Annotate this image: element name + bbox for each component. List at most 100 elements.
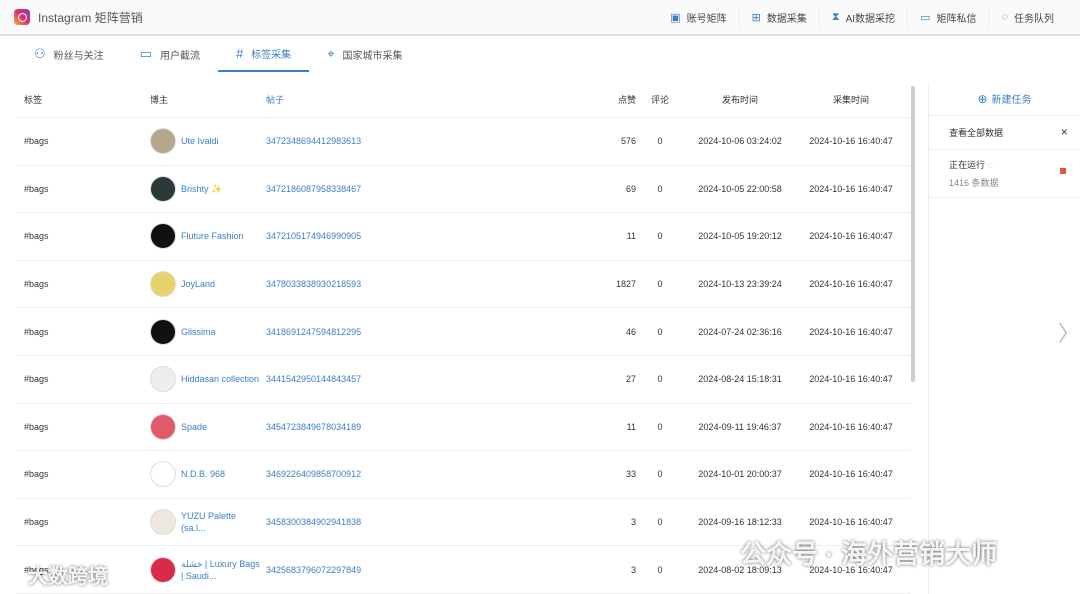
tab-label: 国家城市采集 bbox=[342, 50, 403, 62]
blogger-cell: JoyLand bbox=[150, 271, 266, 298]
stop-button[interactable] bbox=[1060, 168, 1066, 174]
blogger-link[interactable]: Glissima bbox=[181, 326, 261, 338]
table-row: #bags Brishty ✨ 3472186087958338467 69 0… bbox=[16, 166, 910, 214]
blogger-link[interactable]: Brishty ✨ bbox=[181, 183, 261, 195]
blogger-cell: Fluture Fashion bbox=[150, 223, 266, 250]
new-task-label: 新建任务 bbox=[991, 95, 1032, 106]
comments-cell: 0 bbox=[657, 231, 663, 242]
blogger-link[interactable]: Fluture Fashion bbox=[181, 230, 261, 242]
table-row: #bags Hiddasan collection 34415429501448… bbox=[16, 356, 910, 404]
tag-cell: #bags bbox=[24, 231, 49, 242]
blogger-cell: YUZU Palette (sa.l... bbox=[150, 509, 266, 536]
blogger-link[interactable]: YUZU Palette (sa.l... bbox=[181, 510, 261, 534]
avatar bbox=[150, 556, 176, 583]
tab[interactable]: ⚇ 粉丝与关注 bbox=[16, 36, 122, 72]
table-row: #bags Glissima 3418691247594812295 46 0 … bbox=[16, 308, 910, 356]
collected-cell: 2024-10-16 16:40:47 bbox=[809, 469, 893, 480]
column-header[interactable]: 点赞 bbox=[566, 93, 636, 106]
top-nav: ▣ 账号矩阵 ⊞ 数据采集 ⧗ AI数据采挖 ▭ 矩阵私信 ◌ 任务队列 bbox=[658, 6, 1066, 28]
post-link[interactable]: 3458300384902941838 bbox=[266, 517, 566, 527]
tab[interactable]: # 标签采集 bbox=[217, 36, 310, 72]
likes-cell: 1827 bbox=[615, 279, 636, 290]
nav-item[interactable]: ▭ 矩阵私信 bbox=[907, 6, 988, 28]
new-task-button[interactable]: ⊕ 新建任务 bbox=[929, 82, 1080, 116]
tab[interactable]: ⌖ 国家城市采集 bbox=[309, 36, 420, 72]
account-icon: ▣ bbox=[670, 11, 681, 24]
location-icon: ⌖ bbox=[327, 46, 335, 61]
comments-cell: 0 bbox=[657, 136, 663, 147]
blogger-link[interactable]: خشلة | Luxury Bags | Saudi... bbox=[181, 558, 261, 582]
blogger-link[interactable]: Spade bbox=[181, 421, 261, 433]
blogger-link[interactable]: Ute Ivaldi bbox=[181, 135, 261, 147]
column-header[interactable]: 博主 bbox=[150, 93, 266, 106]
collected-cell: 2024-10-16 16:40:47 bbox=[809, 231, 893, 242]
comments-cell: 0 bbox=[657, 374, 663, 385]
table-header: 标签 博主 帖子 点赞 评论 发布时间 采集时间 bbox=[16, 82, 910, 118]
nav-label: 账号矩阵 bbox=[686, 13, 727, 25]
tab-label: 粉丝与关注 bbox=[53, 50, 104, 62]
nav-item[interactable]: ◌ 任务队列 bbox=[988, 6, 1066, 28]
blogger-link[interactable]: JoyLand bbox=[181, 278, 261, 290]
blogger-cell: خشلة | Luxury Bags | Saudi... bbox=[150, 556, 266, 583]
tab[interactable]: ▭ 用户截流 bbox=[122, 36, 218, 72]
table-row: #bags Ute Ivaldi 3472348694412983613 576… bbox=[16, 118, 910, 166]
scrollbar[interactable] bbox=[911, 86, 915, 382]
comments-cell: 0 bbox=[657, 326, 663, 337]
post-link[interactable]: 3418691247594812295 bbox=[266, 327, 566, 337]
collected-cell: 2024-10-16 16:40:47 bbox=[809, 279, 893, 290]
likes-cell: 46 bbox=[625, 326, 636, 337]
chevron-right-icon[interactable]: 〉 bbox=[1058, 316, 1080, 348]
comments-cell: 0 bbox=[657, 183, 663, 194]
nav-item[interactable]: ⊞ 数据采集 bbox=[738, 6, 819, 28]
nav-item[interactable]: ▣ 账号矩阵 bbox=[658, 6, 738, 28]
table-row: #bags JoyLand 3478033838930218593 1827 0… bbox=[16, 261, 910, 309]
likes-cell: 11 bbox=[626, 421, 636, 432]
likes-cell: 27 bbox=[625, 374, 636, 385]
add-task-icon: ⊕ bbox=[977, 91, 988, 106]
blogger-cell: Glissima bbox=[150, 318, 266, 345]
post-link[interactable]: 3441542950144843457 bbox=[266, 374, 566, 384]
column-header[interactable]: 标签 bbox=[16, 93, 150, 106]
post-link[interactable]: 3472348694412983613 bbox=[266, 136, 566, 146]
blogger-cell: Hiddasan collection bbox=[150, 366, 266, 393]
blogger-link[interactable]: Hiddasan collection bbox=[181, 373, 261, 385]
grid-icon: ⊞ bbox=[751, 11, 761, 24]
collected-cell: 2024-10-16 16:40:47 bbox=[809, 374, 893, 385]
published-cell: 2024-10-05 19:20:12 bbox=[698, 231, 782, 242]
tag-cell: #bags bbox=[24, 279, 49, 290]
blogger-cell: Ute Ivaldi bbox=[150, 128, 266, 155]
post-link[interactable]: 3469226409858700912 bbox=[266, 469, 566, 479]
nav-label: 矩阵私信 bbox=[936, 13, 977, 25]
column-header[interactable]: 帖子 bbox=[266, 93, 566, 106]
avatar bbox=[150, 128, 176, 155]
spinner-icon: ◌ bbox=[987, 160, 993, 170]
tag-cell: #bags bbox=[24, 517, 49, 528]
collected-cell: 2024-10-16 16:40:47 bbox=[809, 421, 893, 432]
column-header[interactable]: 发布时间 bbox=[684, 93, 796, 106]
avatar bbox=[150, 413, 176, 440]
post-link[interactable]: 3478033838930218593 bbox=[266, 279, 566, 289]
avatar bbox=[150, 223, 176, 250]
table-row: #bags N.D.B. 968 3469226409858700912 33 … bbox=[16, 451, 910, 499]
column-header[interactable]: 评论 bbox=[636, 93, 684, 106]
column-header[interactable]: 采集时间 bbox=[796, 93, 906, 106]
view-all-data[interactable]: 查看全部数据 ✕ bbox=[929, 116, 1080, 150]
close-icon[interactable]: ✕ bbox=[1060, 127, 1068, 138]
published-cell: 2024-08-24 15:18:31 bbox=[698, 374, 782, 385]
likes-cell: 3 bbox=[630, 564, 636, 575]
comments-cell: 0 bbox=[657, 564, 663, 575]
likes-cell: 69 bbox=[625, 183, 636, 194]
tag-cell: #bags bbox=[24, 326, 49, 337]
post-link[interactable]: 3472105174946990905 bbox=[266, 231, 566, 241]
comments-cell: 0 bbox=[657, 517, 663, 528]
published-cell: 2024-09-16 18:12:33 bbox=[698, 517, 782, 528]
nav-item[interactable]: ⧗ AI数据采挖 bbox=[818, 6, 907, 28]
post-link[interactable]: 3454723849678034189 bbox=[266, 422, 566, 432]
tabs: ⚇ 粉丝与关注 ▭ 用户截流 # 标签采集 ⌖ 国家城市采集 bbox=[16, 36, 421, 72]
tab-label: 标签采集 bbox=[251, 49, 292, 61]
post-link[interactable]: 3425683796072297849 bbox=[266, 565, 566, 575]
blogger-link[interactable]: N.D.B. 968 bbox=[181, 468, 261, 480]
comments-cell: 0 bbox=[657, 279, 663, 290]
post-link[interactable]: 3472186087958338467 bbox=[266, 184, 566, 194]
nav-label: 数据采集 bbox=[766, 13, 807, 25]
